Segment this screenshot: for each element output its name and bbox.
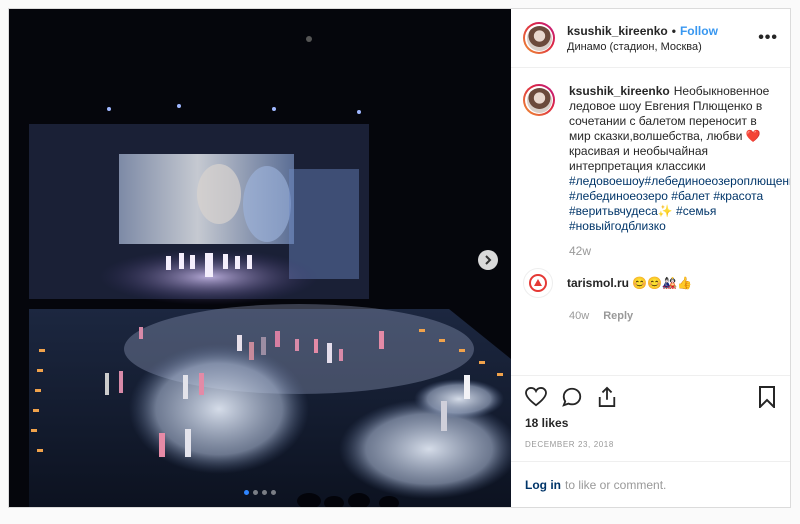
comment-username[interactable]: tarismol.ru: [567, 276, 629, 290]
like-count[interactable]: 18 likes: [525, 416, 776, 430]
comment-button[interactable]: [561, 386, 583, 408]
comment-row: tarismol.ru 😊😊🎎👍: [523, 268, 774, 298]
avatar[interactable]: [523, 22, 555, 54]
login-prompt: Log in to like or comment.: [511, 461, 790, 507]
post-container: ksushik_kireenko • Follow Динамо (стадио…: [8, 8, 791, 508]
chevron-right-icon: [485, 255, 492, 265]
carousel-dot: [244, 490, 249, 495]
caption-time: 42w: [569, 244, 592, 258]
carousel-dot: [262, 490, 267, 495]
header-username[interactable]: ksushik_kireenko: [567, 24, 668, 38]
heart-icon: [525, 387, 547, 407]
carousel-dot: [271, 490, 276, 495]
caption: ksushik_kireenko Необыкновенное ледовое ш…: [569, 84, 790, 234]
more-options-icon[interactable]: •••: [758, 29, 778, 47]
carousel-indicator: [9, 490, 511, 495]
comment-body: 😊😊🎎👍: [632, 276, 693, 290]
share-icon: [598, 386, 616, 407]
bullet-separator: •: [671, 23, 676, 38]
post-sidebar: ksushik_kireenko • Follow Динамо (стадио…: [511, 9, 790, 507]
caption-hashtags[interactable]: #ледовоешоу#лебединоеозероплющенко #лебе…: [569, 174, 790, 233]
comments-section: ksushik_kireenko Необыкновенное ледовое ш…: [511, 68, 790, 375]
comment-time: 40w: [569, 310, 590, 322]
commenter-avatar[interactable]: [523, 268, 553, 298]
caption-avatar[interactable]: [523, 84, 555, 116]
action-bar: 18 likes DECEMBER 23, 2018: [511, 375, 790, 461]
ice-show-photo: [9, 9, 511, 507]
location-link[interactable]: Динамо (стадион, Москва): [567, 41, 758, 53]
share-button[interactable]: [597, 386, 617, 408]
caption-username[interactable]: ksushik_kireenko: [569, 84, 670, 98]
tarismol-logo-icon: [529, 274, 547, 292]
follow-button[interactable]: Follow: [680, 24, 718, 38]
login-link[interactable]: Log in: [525, 478, 561, 492]
post-header: ksushik_kireenko • Follow Динамо (стадио…: [511, 9, 790, 68]
comment-icon: [562, 387, 582, 407]
reply-button[interactable]: Reply: [603, 310, 633, 322]
save-button[interactable]: [758, 386, 776, 408]
post-date: DECEMBER 23, 2018: [525, 440, 614, 449]
comment-meta: 40w Reply: [569, 310, 774, 322]
login-suffix: to like or comment.: [565, 477, 667, 492]
carousel-dot: [253, 490, 258, 495]
next-image-button[interactable]: [478, 250, 498, 270]
like-button[interactable]: [525, 387, 547, 407]
bookmark-icon: [759, 386, 775, 408]
post-image[interactable]: [9, 9, 511, 507]
caption-row: ksushik_kireenko Необыкновенное ледовое ш…: [523, 84, 790, 234]
